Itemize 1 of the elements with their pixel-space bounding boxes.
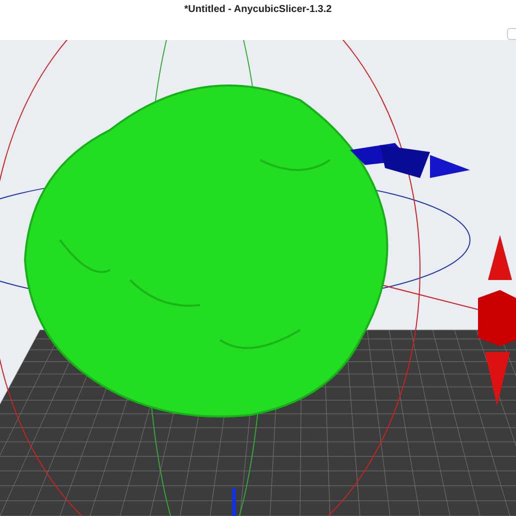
window-title: *Untitled - AnycubicSlicer-1.3.2 (184, 4, 332, 15)
